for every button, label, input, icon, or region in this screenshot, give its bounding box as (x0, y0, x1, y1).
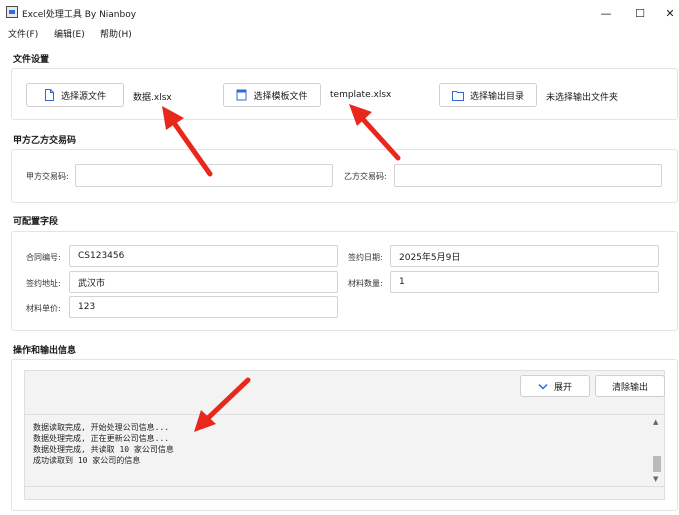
window-title: Excel处理工具 By Nianboy (22, 10, 137, 20)
material-qty-input[interactable] (390, 271, 659, 293)
party-a-label: 甲方交易码: (26, 172, 69, 181)
app-icon (6, 6, 18, 18)
select-source-label: 选择源文件 (60, 91, 106, 102)
chevron-down-icon (538, 383, 548, 390)
document-icon (236, 89, 247, 101)
maximize-button[interactable]: ☐ (623, 0, 657, 26)
template-file-value: template.xlsx (330, 90, 392, 100)
unit-price-input[interactable] (69, 296, 338, 318)
material-qty-label: 材料数量: (348, 279, 383, 288)
trade-codes-title: 甲方乙方交易码 (13, 136, 77, 146)
log-line: 数据处理完成, 共读取 10 家公司信息 (33, 445, 174, 454)
operations-title: 操作和输出信息 (13, 346, 77, 356)
clear-output-button[interactable]: 清除输出 (595, 375, 665, 397)
output-dir-value: 未选择输出文件夹 (546, 93, 619, 103)
menu-file[interactable]: 文件(F) (8, 27, 38, 40)
config-fields-title: 可配置字段 (13, 217, 59, 227)
select-source-button[interactable]: 选择源文件 (26, 83, 124, 107)
party-b-code-input[interactable] (394, 164, 662, 187)
folder-icon (451, 90, 464, 101)
menu-edit[interactable]: 编辑(E) (54, 27, 85, 40)
select-template-label: 选择模板文件 (253, 91, 308, 102)
file-settings-title: 文件设置 (13, 55, 50, 65)
contract-no-input[interactable] (69, 245, 338, 267)
sign-date-input[interactable] (390, 245, 659, 267)
select-output-dir-label: 选择输出目录 (469, 91, 524, 102)
file-icon (44, 89, 54, 101)
source-file-value: 数据.xlsx (133, 93, 172, 103)
unit-price-label: 材料单价: (26, 304, 61, 313)
sign-place-input[interactable] (69, 271, 338, 293)
menu-help[interactable]: 帮助(H) (100, 27, 132, 40)
select-output-dir-button[interactable]: 选择输出目录 (439, 83, 537, 107)
close-button[interactable]: ✕ (653, 0, 679, 26)
contract-no-label: 合同编号: (26, 253, 61, 262)
scroll-down-icon[interactable]: ▼ (653, 475, 658, 483)
expand-button[interactable]: 展开 (520, 375, 590, 397)
scrollbar-thumb[interactable] (653, 456, 661, 472)
output-footer (24, 487, 665, 500)
clear-output-label: 清除输出 (611, 382, 648, 393)
scroll-up-icon[interactable]: ▲ (653, 418, 658, 426)
sign-date-label: 签约日期: (348, 253, 383, 262)
log-line: 数据处理完成, 正在更新公司信息... (33, 434, 170, 443)
minimize-button[interactable]: — (589, 0, 623, 26)
party-b-label: 乙方交易码: (344, 172, 387, 181)
log-line: 成功读取到 10 家公司的信息 (33, 456, 141, 465)
sign-place-label: 签约地址: (26, 279, 61, 288)
log-line: 数据读取完成, 开始处理公司信息... (33, 423, 170, 432)
select-template-button[interactable]: 选择模板文件 (223, 83, 321, 107)
party-a-code-input[interactable] (75, 164, 333, 187)
output-log-content (30, 418, 31, 419)
expand-label: 展开 (553, 382, 572, 393)
